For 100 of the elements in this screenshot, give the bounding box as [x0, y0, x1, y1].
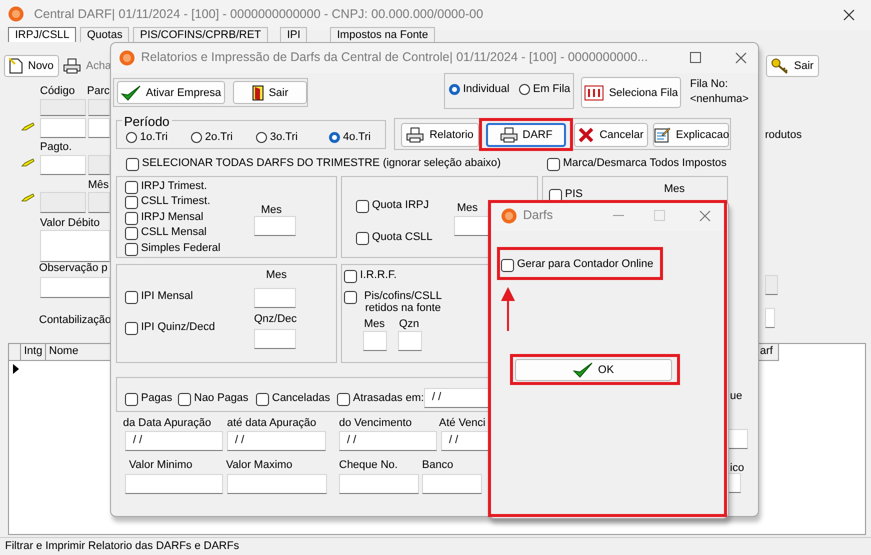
film-icon	[584, 82, 604, 102]
queue-value: <nenhuma>	[690, 93, 749, 105]
input-field[interactable]	[40, 230, 110, 262]
printer-icon	[406, 127, 424, 143]
radio-button[interactable]: 3o.Tri	[256, 131, 298, 143]
minimize-icon[interactable]	[613, 215, 624, 217]
checkbox[interactable]: Quota CSLL	[356, 231, 433, 245]
field-label: do Vencimento	[339, 417, 412, 429]
group-label: Período	[122, 114, 172, 129]
checkbox[interactable]: IRPJ Mensal	[125, 211, 204, 225]
checkbox[interactable]: Pagas	[125, 392, 172, 406]
checkbox[interactable]: I.R.R.F.	[344, 269, 397, 283]
radio-button[interactable]: 1o.Tri	[126, 131, 168, 143]
checkbox[interactable]: Simples Federal	[125, 242, 220, 256]
maximize-icon[interactable]	[690, 52, 701, 63]
checkbox[interactable]: Marca/Desmarca Todos Impostos	[547, 157, 727, 171]
field-label: Valor Maximo	[226, 459, 292, 471]
window-title: Central DARF| 01/11/2024 - [100] - 0000000000000 - CNPJ: 00.000.000/0000-00	[34, 7, 484, 21]
field-label: Pagto.	[40, 141, 72, 153]
field-label: Mes	[261, 204, 282, 216]
checkbox[interactable]: Atrasadas em:	[337, 392, 424, 406]
input-field[interactable]	[254, 329, 296, 349]
input-field[interactable]	[339, 474, 419, 494]
field-label: Banco	[422, 459, 454, 471]
printer-icon	[63, 58, 81, 74]
input-field[interactable]	[728, 429, 748, 449]
window-title: Relatorios e Impressão de Darfs da Central de Controle| 01/11/2024 - [100] - 0000000000...	[141, 50, 648, 64]
column-header[interactable]: arf	[757, 344, 779, 361]
input-field[interactable]	[728, 473, 741, 493]
queue-label: Fila No:	[690, 78, 728, 90]
field-label: ico	[730, 462, 744, 474]
pencil-icon	[21, 193, 35, 203]
input-field[interactable]	[40, 118, 86, 138]
input-field[interactable]	[88, 155, 110, 175]
action-button[interactable]: Explicacao	[653, 123, 729, 147]
field-label: Mes	[664, 183, 685, 195]
close-icon[interactable]	[735, 52, 747, 64]
input-field[interactable]	[765, 275, 778, 295]
checkbox[interactable]: CSLL Trimest.	[125, 195, 210, 209]
input-field[interactable]	[765, 308, 775, 328]
radio-button[interactable]: Em Fila	[519, 83, 570, 95]
field-label: rodutos	[765, 129, 802, 141]
field-label: Observação p	[39, 262, 108, 274]
arrow-icon	[501, 287, 515, 332]
field-label: Parc	[87, 85, 110, 97]
tab[interactable]: IRPJ/CSLL	[8, 27, 76, 42]
input-field[interactable]: / /	[125, 431, 223, 451]
field-label: Qzn	[399, 318, 420, 330]
door-icon	[252, 84, 264, 100]
input-field[interactable]	[398, 331, 422, 351]
field-label: Valor Minimo	[129, 459, 192, 471]
toolbar-button[interactable]: Novo	[4, 55, 59, 77]
input-field[interactable]	[125, 474, 223, 494]
column-header[interactable]: Intg	[21, 344, 46, 361]
input-field[interactable]	[227, 474, 327, 494]
tab[interactable]: PIS/COFINS/CPRB/RET	[133, 27, 268, 42]
checkbox[interactable]: PIS	[549, 188, 583, 202]
input-field[interactable]	[40, 99, 86, 116]
input-field[interactable]	[40, 155, 86, 175]
checkbox[interactable]: IRPJ Trimest.	[125, 180, 208, 194]
input-field[interactable]	[422, 474, 482, 494]
field-label: Cheque No.	[339, 459, 398, 471]
input-field[interactable]	[254, 288, 296, 308]
input-field[interactable]	[88, 99, 110, 116]
checkbox[interactable]: Canceladas	[256, 392, 330, 406]
close-icon[interactable]	[843, 9, 855, 21]
queue-button[interactable]: Seleciona Fila	[581, 77, 681, 108]
checkbox[interactable]: CSLL Mensal	[125, 226, 207, 240]
checkbox[interactable]: Gerar para Contador Online	[501, 258, 654, 272]
tab[interactable]: IPI	[280, 27, 308, 42]
tab[interactable]: Impostos na Fonte	[330, 27, 436, 42]
app-icon	[8, 6, 24, 22]
radio-button[interactable]: 4o.Tri	[329, 131, 371, 143]
app-icon	[119, 50, 135, 66]
checkbox[interactable]: IPI Mensal	[125, 290, 193, 304]
input-field[interactable]	[88, 118, 110, 138]
notepad-icon	[652, 126, 671, 144]
checkbox[interactable]: Quota IRPJ	[356, 199, 429, 213]
action-button[interactable]: Cancelar	[574, 123, 648, 147]
action-button[interactable]: Relatorio	[401, 123, 479, 147]
radio-button[interactable]: Individual	[449, 83, 510, 95]
radio-button[interactable]: 2o.Tri	[191, 131, 233, 143]
field-label: até data Apuração	[227, 417, 316, 429]
input-field[interactable]	[40, 277, 110, 298]
input-field[interactable]	[363, 331, 387, 351]
ok-button[interactable]: OK	[515, 359, 672, 381]
input-field[interactable]: / /	[339, 431, 437, 451]
activate-button[interactable]: Ativar Empresa	[117, 81, 225, 104]
action-button[interactable]: DARF	[486, 123, 566, 147]
tab[interactable]: Quotas	[80, 27, 130, 42]
input-field[interactable]	[88, 192, 110, 213]
checkbox[interactable]: SELECIONAR TODAS DARFS DO TRIMESTRE (ignorar seleção abaixo)	[126, 157, 501, 171]
checkbox[interactable]: IPI Quinz/Decd	[125, 321, 215, 335]
input-field[interactable]: / /	[227, 431, 326, 451]
exit-button[interactable]: Sair	[233, 81, 307, 104]
toolbar-button[interactable]: Sair	[766, 55, 819, 77]
checkbox[interactable]: Pis/cofins/CSLL retidos na fonte	[344, 290, 446, 314]
input-field[interactable]	[254, 216, 296, 236]
checkbox[interactable]: Nao Pagas	[178, 392, 248, 406]
input-field[interactable]	[40, 192, 86, 213]
